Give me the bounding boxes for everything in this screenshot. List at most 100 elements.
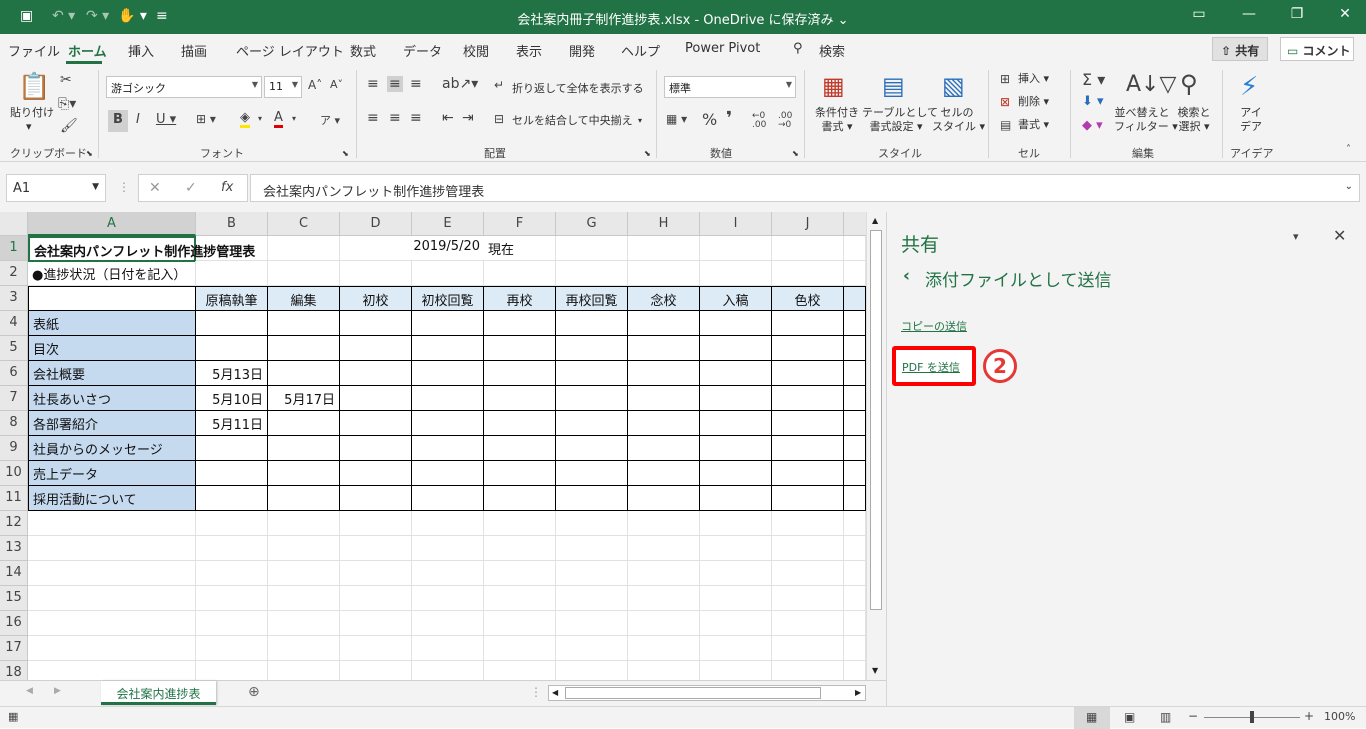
progress-cell[interactable] bbox=[412, 461, 484, 486]
empty-cell[interactable] bbox=[700, 536, 772, 561]
ribbon-display-icon[interactable]: ▭ bbox=[1184, 6, 1214, 22]
zoom-in-icon[interactable]: + bbox=[1304, 709, 1314, 723]
empty-cell[interactable] bbox=[412, 661, 484, 680]
percent-icon[interactable]: % bbox=[702, 110, 717, 129]
merge-center-icon[interactable]: ⊟ bbox=[494, 112, 504, 126]
comment-button[interactable]: ▭ コメント bbox=[1280, 37, 1354, 61]
align-left-icon[interactable]: ≡ bbox=[367, 110, 379, 126]
header-cell[interactable]: 初校 bbox=[340, 286, 412, 311]
tab-developer[interactable]: 開発 bbox=[569, 41, 595, 60]
empty-cell[interactable] bbox=[844, 536, 866, 561]
format-as-table-button[interactable]: テーブルとして 書式設定 ▾ bbox=[862, 106, 938, 134]
chevron-down-icon[interactable]: ▾ bbox=[292, 114, 296, 123]
row-header[interactable]: 16 bbox=[0, 611, 28, 636]
wrap-text-icon[interactable]: ↵ bbox=[494, 78, 504, 92]
tab-review[interactable]: 校閲 bbox=[463, 41, 489, 60]
row-header[interactable]: 6 bbox=[0, 361, 28, 386]
expand-formula-icon[interactable]: ⌄ bbox=[1345, 181, 1353, 192]
macro-record-icon[interactable]: ▦ bbox=[8, 710, 18, 723]
empty-cell[interactable] bbox=[28, 561, 196, 586]
empty-cell[interactable] bbox=[484, 536, 556, 561]
item-cell[interactable]: 会社概要 bbox=[28, 361, 196, 386]
row-header[interactable]: 12 bbox=[0, 511, 28, 536]
sort-filter-button[interactable]: 並べ替えと フィルター ▾ bbox=[1114, 106, 1178, 134]
empty-cell[interactable] bbox=[268, 511, 340, 536]
empty-cell[interactable] bbox=[484, 636, 556, 661]
align-bottom-icon[interactable]: ≡ bbox=[410, 76, 422, 92]
conditional-format-button[interactable]: 条件付き 書式 ▾ bbox=[814, 106, 860, 134]
tab-draw[interactable]: 描画 bbox=[181, 41, 207, 60]
progress-cell[interactable] bbox=[484, 461, 556, 486]
tab-page-layout[interactable]: ページ レイアウト bbox=[236, 41, 344, 60]
progress-cell[interactable] bbox=[484, 436, 556, 461]
tab-search[interactable]: 検索 bbox=[819, 41, 845, 60]
autosum-icon[interactable]: Σ ▾ bbox=[1082, 70, 1105, 89]
empty-cell[interactable] bbox=[772, 586, 844, 611]
header-cell[interactable]: 色校 bbox=[772, 286, 844, 311]
progress-cell[interactable] bbox=[340, 361, 412, 386]
paste-button[interactable]: 貼り付け bbox=[10, 106, 54, 120]
row-header[interactable]: 13 bbox=[0, 536, 28, 561]
empty-cell[interactable] bbox=[844, 586, 866, 611]
empty-cell[interactable] bbox=[196, 611, 268, 636]
empty-cell[interactable] bbox=[772, 236, 844, 261]
column-header[interactable]: C bbox=[268, 212, 340, 236]
empty-cell[interactable] bbox=[628, 661, 700, 680]
progress-cell[interactable] bbox=[412, 436, 484, 461]
progress-cell[interactable] bbox=[844, 336, 866, 361]
italic-icon[interactable]: I bbox=[136, 112, 140, 127]
column-header[interactable]: A bbox=[28, 212, 196, 236]
empty-cell[interactable] bbox=[268, 236, 340, 261]
scroll-up-icon[interactable]: ▲ bbox=[872, 216, 878, 225]
empty-cell[interactable] bbox=[28, 586, 196, 611]
empty-cell[interactable] bbox=[556, 561, 628, 586]
spreadsheet-grid[interactable]: A B C D E F G H I J 会社案内パンフレット制作進捗管理表 20… bbox=[0, 212, 866, 680]
empty-cell[interactable] bbox=[844, 511, 866, 536]
select-all-corner[interactable] bbox=[0, 212, 28, 236]
progress-cell[interactable] bbox=[628, 436, 700, 461]
empty-cell[interactable] bbox=[268, 261, 340, 286]
item-cell[interactable]: 売上データ bbox=[28, 461, 196, 486]
format-cells-button[interactable]: 書式 ▾ bbox=[1018, 118, 1049, 132]
progress-cell[interactable] bbox=[484, 486, 556, 511]
progress-cell[interactable] bbox=[268, 411, 340, 436]
empty-cell[interactable] bbox=[268, 636, 340, 661]
progress-cell[interactable] bbox=[556, 386, 628, 411]
empty-cell[interactable] bbox=[340, 561, 412, 586]
row-header[interactable]: 11 bbox=[0, 486, 28, 511]
item-cell[interactable]: 社長あいさつ bbox=[28, 386, 196, 411]
empty-cell[interactable] bbox=[772, 661, 844, 680]
empty-cell[interactable] bbox=[556, 511, 628, 536]
borders-icon[interactable]: ⊞ ▾ bbox=[196, 112, 216, 126]
empty-cell[interactable] bbox=[556, 661, 628, 680]
clear-icon[interactable]: ◆ ▾ bbox=[1082, 118, 1103, 133]
progress-cell[interactable] bbox=[196, 336, 268, 361]
tab-insert[interactable]: 挿入 bbox=[128, 41, 154, 60]
number-launcher-icon[interactable]: ⬊ bbox=[792, 147, 799, 161]
progress-cell[interactable] bbox=[268, 436, 340, 461]
increase-indent-icon[interactable]: ⇥ bbox=[462, 110, 474, 126]
page-layout-view-icon[interactable]: ▣ bbox=[1124, 710, 1135, 724]
empty-cell[interactable] bbox=[772, 636, 844, 661]
progress-cell[interactable] bbox=[196, 461, 268, 486]
empty-cell[interactable] bbox=[844, 236, 866, 261]
empty-cell[interactable] bbox=[268, 661, 340, 680]
progress-cell[interactable] bbox=[556, 411, 628, 436]
header-cell[interactable] bbox=[844, 286, 866, 311]
font-color-icon[interactable]: A bbox=[274, 110, 283, 128]
empty-cell[interactable] bbox=[556, 611, 628, 636]
empty-cell[interactable] bbox=[700, 586, 772, 611]
sheet-tab[interactable]: 会社案内進捗表 bbox=[101, 681, 216, 705]
progress-cell[interactable] bbox=[628, 361, 700, 386]
number-format-combo[interactable]: 標準 ▼ bbox=[664, 76, 796, 98]
row-header[interactable]: 4 bbox=[0, 311, 28, 336]
column-header[interactable]: H bbox=[628, 212, 700, 236]
progress-cell[interactable] bbox=[700, 361, 772, 386]
sort-filter-icon[interactable]: A↓▽ bbox=[1126, 72, 1176, 97]
merge-center-button[interactable]: セルを結合して中央揃え bbox=[512, 114, 633, 128]
column-header[interactable]: J bbox=[772, 212, 844, 236]
conditional-format-icon[interactable]: ▦ bbox=[822, 72, 845, 100]
cell-a3[interactable] bbox=[28, 286, 196, 311]
progress-cell[interactable] bbox=[844, 386, 866, 411]
progress-cell[interactable] bbox=[772, 336, 844, 361]
